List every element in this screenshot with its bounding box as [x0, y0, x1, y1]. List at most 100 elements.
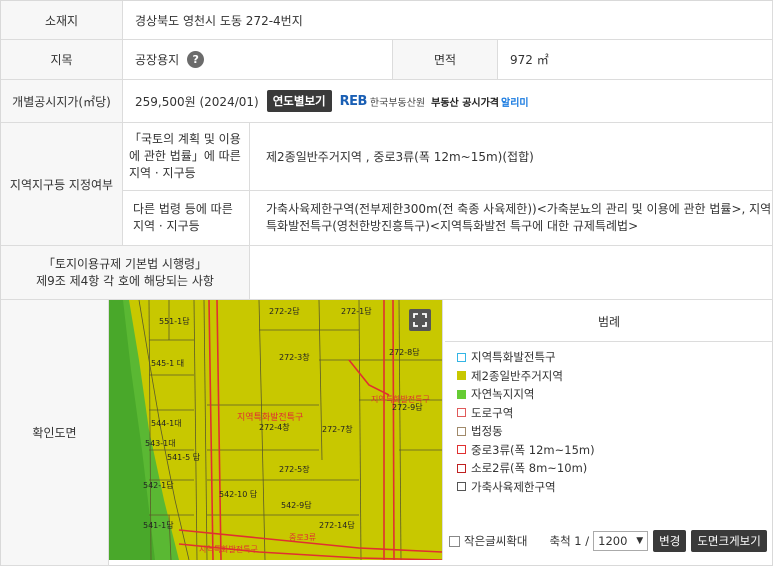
parcel-label: 272-3창 — [279, 353, 310, 362]
jimok-value: 공장용지 — [135, 53, 180, 67]
zoning-sub1-header: 「국토의 계획 및 이용 에 관한 법률」에 따른 지역 · 지구등 — [123, 123, 250, 191]
parcel-label: 542-9답 — [281, 500, 312, 510]
question-icon[interactable]: ? — [187, 51, 205, 68]
jimok-value-cell: 공장용지 ? — [123, 40, 393, 80]
parcel-label: 272-2답 — [269, 306, 300, 316]
price-value-cell: 259,500원 (2024/01) 연도별보기 REB 한국부동산원 부동산 … — [123, 80, 773, 123]
legend-item: 자연녹지지역 — [457, 385, 595, 404]
legend-label: 지역특화발전특구 — [471, 350, 556, 365]
price-value: 259,500원 (2024/01) — [135, 94, 259, 109]
area-header: 면적 — [393, 40, 498, 80]
jimok-header: 지목 — [1, 40, 123, 80]
change-scale-button[interactable]: 변경 — [653, 530, 687, 552]
parcel-label: 541-1답 — [143, 520, 174, 530]
legend-swatch — [457, 352, 466, 362]
yearly-view-button[interactable]: 연도별보기 — [266, 90, 332, 112]
reb-service-name: 부동산 공시가격 — [431, 97, 500, 109]
price-label: 개별공시지가(㎡당) — [12, 94, 111, 109]
legend-label: 중로3류(폭 12m~15m) — [471, 442, 595, 457]
area-value: 972 ㎡ — [498, 40, 773, 80]
zoning-sub2-value-line1: 가축사육제한구역(전부제한300m(전 축종 사육제한))<가축분뇨의 관리 및… — [266, 202, 772, 216]
expand-icon[interactable] — [409, 309, 431, 331]
chevron-down-icon: ▼ — [636, 536, 644, 546]
zone-label-special: 지역특화발전특구 — [199, 544, 258, 554]
reb-logo-icon: REB — [339, 93, 368, 109]
small-font-label: 작은글씨확대 — [464, 534, 528, 548]
legend-swatch — [457, 426, 466, 436]
address-value: 경상북도 영천시 도동 272-4번지 — [123, 1, 773, 40]
zoning-sub1-value: 제2종일반주거지역 , 중로3류(폭 12m~15m)(접합) — [250, 123, 773, 191]
zone-label-special: 지역특화발전특구 — [237, 412, 303, 423]
zoning-sub2-line2: 지역 · 지구등 — [133, 219, 200, 233]
parcel-label: 541-5 답 — [167, 452, 201, 462]
legend-swatch — [457, 482, 466, 492]
price-header: 개별공시지가(㎡당) — [1, 80, 123, 123]
reb-realtyprice-link[interactable]: REB 한국부동산원 부동산 공시가격 알리미 — [340, 94, 529, 109]
legend-label: 소로2류(폭 8m~10m) — [471, 461, 588, 476]
zoning-sub2-value: 가축사육제한구역(전부제한300m(전 축종 사육제한))<가축분뇨의 관리 및… — [250, 191, 773, 246]
expand-icon-svg — [413, 313, 427, 327]
parcel-label: 272-4창 — [259, 423, 290, 432]
zoning-header: 지역지구등 지정여부 — [1, 123, 123, 246]
parcel-label: 272-14답 — [319, 520, 355, 530]
reb-brand-name: 알리미 — [501, 97, 529, 109]
cadastral-map-svg: 272-2답 272-1답 551-1답 272-3창 272-8답 545-1… — [109, 300, 442, 560]
legend-swatch — [457, 408, 466, 418]
map-controls: 작은글씨확대 축척 1 / 1200 ▼ 변경 도면크게보기 — [445, 522, 773, 560]
zoning-sub2-line1: 다른 법령 등에 따른 — [133, 202, 233, 216]
legend-list: 지역특화발전특구 제2종일반주거지역 자연녹지지역 도로구역 법정동 중로3류(… — [457, 348, 595, 496]
enforcement-value — [250, 246, 773, 300]
legend-label: 가축사육제한구역 — [471, 479, 556, 494]
cadastral-map[interactable]: 272-2답 272-1답 551-1답 272-3창 272-8답 545-1… — [109, 300, 442, 560]
land-use-table: 소재지 경상북도 영천시 도동 272-4번지 지목 공장용지 ? 면적 972… — [0, 0, 773, 566]
zone-label-road: 중로3류 — [289, 533, 316, 542]
parcel-label: 545-1 대 — [151, 359, 184, 368]
map-header: 확인도면 — [1, 300, 109, 566]
parcel-label: 542-1답 — [143, 480, 174, 490]
reb-org-name: 한국부동산원 — [369, 97, 426, 109]
legend-item: 지역특화발전특구 — [457, 348, 595, 367]
parcel-label: 543-1대 — [145, 439, 176, 448]
jimok-label: 지목 — [50, 53, 73, 67]
parcel-label: 542-10 답 — [219, 489, 258, 499]
parcel-label: 272-1답 — [341, 306, 372, 316]
legend-item: 법정동 — [457, 422, 595, 441]
legend-label: 자연녹지지역 — [471, 387, 535, 402]
address-header: 소재지 — [1, 1, 123, 40]
legend-swatch — [457, 445, 466, 455]
map-label: 확인도면 — [32, 426, 77, 440]
zoning-sub1-line3: 지역 · 지구등 — [129, 166, 196, 180]
legend-item: 중로3류(폭 12m~15m) — [457, 441, 595, 460]
legend-label: 도로구역 — [471, 405, 514, 420]
zoning-sub2-value-line2: 특화발전특구(영천한방진흥특구)<지역특화발전 특구에 대한 규제특례법> — [266, 219, 639, 233]
legend-label: 법정동 — [471, 424, 503, 439]
legend-swatch — [457, 371, 466, 381]
legend-title: 범례 — [445, 302, 773, 342]
parcel-label: 272-8답 — [389, 347, 420, 357]
legend-item: 가축사육제한구역 — [457, 478, 595, 497]
enforcement-header: 「토지이용규제 기본법 시행령」 제9조 제4항 각 호에 해당되는 사항 — [1, 246, 250, 300]
area-label: 면적 — [433, 53, 457, 67]
scale-label: 축척 1 / — [549, 534, 590, 548]
legend-item: 소로2류(폭 8m~10m) — [457, 459, 595, 478]
parcel-label: 551-1답 — [159, 316, 190, 326]
address-label: 소재지 — [44, 13, 79, 28]
parcel-label: 544-1대 — [151, 419, 182, 428]
scale-select[interactable]: 1200 ▼ — [593, 531, 649, 551]
parcel-label: 272-7창 — [322, 425, 353, 434]
enforcement-label-line1: 「토지이용규제 기본법 시행령」 — [42, 256, 208, 271]
legend-label: 제2종일반주거지역 — [471, 368, 563, 383]
parcel-label: 272-5장 — [279, 464, 310, 474]
enforcement-label-line2: 제9조 제4항 각 호에 해당되는 사항 — [36, 273, 214, 288]
legend-swatch — [457, 389, 466, 399]
legend-item: 제2종일반주거지역 — [457, 367, 595, 386]
scale-value: 1200 — [598, 534, 628, 548]
zoning-sub2-header: 다른 법령 등에 따른 지역 · 지구등 — [123, 191, 250, 246]
legend-swatch — [457, 463, 466, 473]
zone-label-special: 지역특화발전특구 — [371, 394, 430, 404]
small-font-checkbox[interactable] — [449, 535, 460, 547]
legend-item: 도로구역 — [457, 404, 595, 423]
zoning-label: 지역지구등 지정여부 — [9, 177, 114, 192]
zoning-sub1-line1: 「국토의 계획 및 이용 — [129, 132, 241, 146]
enlarge-map-button[interactable]: 도면크게보기 — [691, 530, 767, 552]
